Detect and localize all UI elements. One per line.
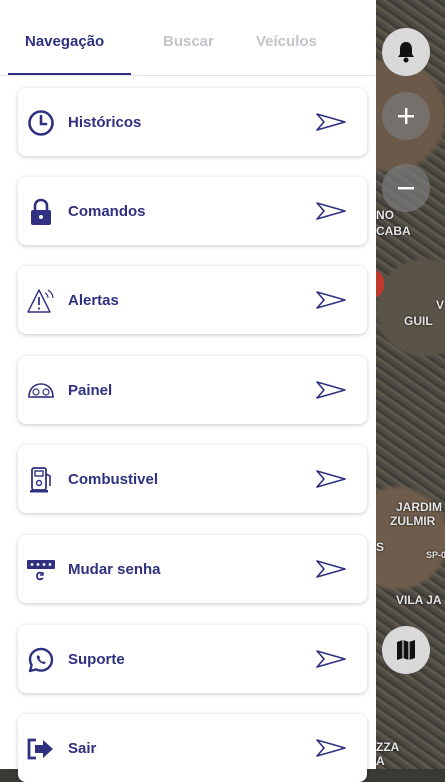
- tab-navegacao[interactable]: Navegação: [25, 33, 104, 50]
- map-icon: [397, 640, 415, 660]
- menu-item-label: Painel: [68, 382, 113, 399]
- map-label: GUIL: [404, 314, 433, 328]
- map-label: VILA JA: [396, 593, 442, 607]
- fuel-icon: [26, 465, 56, 495]
- map-label: A: [376, 754, 385, 768]
- menu-item-suporte[interactable]: Suporte: [18, 625, 367, 693]
- notifications-button[interactable]: [382, 28, 430, 76]
- logout-icon: [26, 734, 56, 764]
- chevron-right-icon: [316, 113, 346, 131]
- chevron-right-icon: [316, 650, 346, 668]
- map-label: S: [376, 540, 385, 554]
- chevron-right-icon: [316, 381, 346, 399]
- menu-item-label: Alertas: [68, 292, 119, 309]
- tab-bar: Navegação Buscar Veículos: [0, 0, 376, 76]
- menu-item-alertas[interactable]: Alertas: [18, 266, 367, 334]
- zoom-out-button[interactable]: [382, 164, 430, 212]
- menu-item-comandos[interactable]: Comandos: [18, 177, 367, 245]
- minus-icon: [398, 187, 414, 190]
- clock-icon: [26, 108, 56, 138]
- menu-item-mudar-senha[interactable]: Mudar senha: [18, 535, 367, 603]
- tab-buscar[interactable]: Buscar: [163, 33, 214, 50]
- menu-item-label: Comandos: [68, 203, 146, 220]
- menu-item-historicos[interactable]: Históricos: [18, 88, 367, 156]
- map-label: CABA: [376, 224, 411, 238]
- chevron-right-icon: [316, 470, 346, 488]
- dashboard-icon: [26, 376, 56, 406]
- menu-item-combustivel[interactable]: Combustivel: [18, 445, 367, 513]
- tab-veiculos[interactable]: Veículos: [256, 33, 317, 50]
- chevron-right-icon: [316, 739, 346, 757]
- menu-item-painel[interactable]: Painel: [18, 356, 367, 424]
- menu-item-label: Sair: [68, 740, 97, 757]
- menu-item-label: Combustivel: [68, 471, 159, 488]
- map-label: ZULMIR: [390, 514, 436, 528]
- lock-icon: [26, 197, 56, 227]
- menu-item-label: Históricos: [68, 114, 142, 131]
- warning-icon: [26, 286, 56, 316]
- map-label: SP-0: [426, 550, 445, 560]
- menu-item-sair[interactable]: Sair: [18, 714, 367, 782]
- map-label: JARDIM: [396, 500, 443, 514]
- map-label: NO: [376, 208, 394, 222]
- menu-item-label: Mudar senha: [68, 561, 161, 578]
- whatsapp-icon: [26, 645, 56, 675]
- map-label: ZZA: [376, 740, 400, 754]
- bell-icon: [398, 42, 414, 63]
- plus-icon: [398, 108, 414, 124]
- tab-divider: [0, 75, 376, 76]
- chevron-right-icon: [316, 291, 346, 309]
- zoom-in-button[interactable]: [382, 92, 430, 140]
- password-icon: [26, 555, 56, 585]
- map-label: V: [436, 298, 445, 312]
- chevron-right-icon: [316, 202, 346, 220]
- map-type-button[interactable]: [382, 626, 430, 674]
- chevron-right-icon: [316, 560, 346, 578]
- navigation-drawer: Navegação Buscar Veículos Históricos Com…: [0, 0, 376, 782]
- menu-item-label: Suporte: [68, 651, 125, 668]
